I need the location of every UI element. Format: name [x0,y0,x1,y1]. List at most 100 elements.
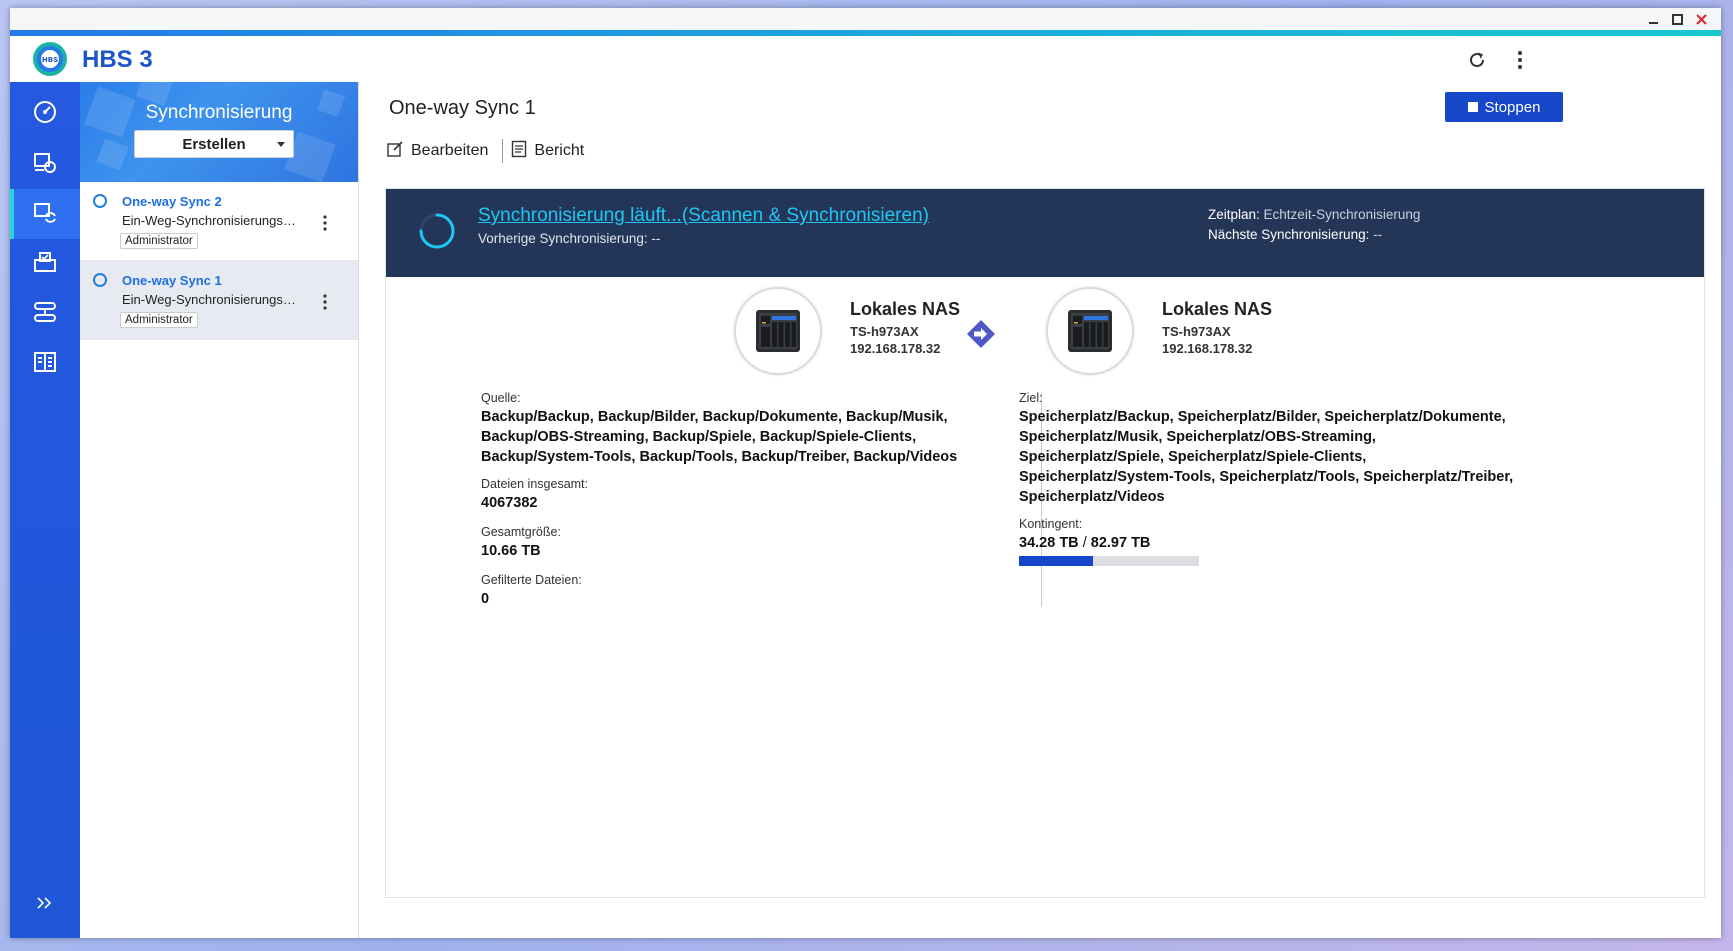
target-folder-line: Speicherplatz/Spiele, Speicherplatz/Spie… [1019,449,1367,465]
job-owner-badge: Administrator [120,312,198,328]
more-options-icon[interactable] [1506,46,1534,74]
logs-icon [32,349,58,380]
nav-dashboard[interactable] [10,89,80,139]
quota-separator: / [1082,535,1087,551]
source-folder-line: Backup/OBS-Streaming, Backup/Spiele, Bac… [481,429,917,445]
source-label: Quelle: [481,391,521,405]
job-detail: One-way Sync 1 Stoppen Bearbeiten Berich… [359,82,1721,938]
job-list-item[interactable]: One-way Sync 2 Ein-Weg-Synchronisierungs… [80,182,358,261]
app-title: HBS 3 [82,46,153,73]
window-titlebar [10,8,1721,30]
expand-nav-button[interactable] [10,890,80,920]
job-title: One-way Sync 1 [389,97,536,119]
total-size-value: 10.66 TB [481,543,541,559]
total-files-label: Dateien insgesamt: [481,477,589,491]
source-device: Lokales NAS TS-h973AX 192.168.178.32 [734,287,960,375]
stop-icon [1467,102,1478,112]
create-button[interactable]: Erstellen [134,130,294,158]
target-folder-line: Speicherplatz/Videos [1019,489,1165,505]
target-folder-line: Speicherplatz/Backup, Speicherplatz/Bild… [1019,409,1506,425]
schedule-value: Echtzeit-Synchronisierung [1263,207,1421,222]
create-button-label: Erstellen [182,135,246,153]
nas-device-icon [734,287,822,375]
main-nav [10,82,80,938]
report-icon [511,140,527,163]
panel-title: Synchronisierung [145,102,293,123]
job-list-icon [32,249,58,280]
double-chevron-right-icon [36,896,54,915]
nav-backup-restore[interactable] [10,139,80,189]
nav-sync[interactable] [10,189,80,239]
detail-body: Lokales NAS TS-h973AX 192.168.178.32 Lok… [386,277,1704,895]
job-owner-badge: Administrator [120,233,198,249]
total-size-label: Gesamtgröße: [481,525,561,539]
job-more-icon[interactable] [320,293,330,311]
status-bar: Synchronisierung läuft...(Scannen & Sync… [386,189,1704,277]
app-header: HBS HBS 3 [10,36,1721,82]
job-toolbar: Bearbeiten Bericht [386,138,584,164]
backup-restore-icon [32,149,58,180]
previous-sync-value: -- [651,231,661,246]
sync-icon [32,199,58,230]
job-list-item[interactable]: One-way Sync 1 Ein-Weg-Synchronisierungs… [80,261,358,340]
next-sync: Nächste Synchronisierung: -- [1208,227,1382,242]
quota-total: 82.97 TB [1090,535,1151,551]
target-device-ip: 192.168.178.32 [1162,340,1253,356]
report-button[interactable]: Bericht [511,140,584,163]
target-details: Ziel: Speicherplatz/Backup, Speicherplat… [1019,391,1579,566]
edit-button-label: Bearbeiten [411,142,489,159]
job-status-icon [93,273,107,287]
nas-device-icon [1046,287,1134,375]
svg-text:HBS: HBS [42,56,58,64]
nav-logs[interactable] [10,339,80,389]
job-name: One-way Sync 2 [122,194,222,209]
source-device-ip: 192.168.178.32 [850,340,941,356]
schedule-label: Zeitplan: [1208,207,1260,222]
minimize-icon[interactable] [1641,10,1665,28]
storage-space-icon [32,299,58,330]
filtered-files-value: 0 [481,591,490,607]
job-name: One-way Sync 1 [122,273,222,288]
sync-direction-arrow-icon [966,319,996,349]
job-status-icon [93,194,107,208]
quota-progress-fill [1019,556,1094,566]
quota-progress-bar [1019,556,1199,566]
panel-header: Synchronisierung Erstellen [80,82,358,182]
source-folders: Backup/Backup, Backup/Bilder, Backup/Dok… [481,407,1011,467]
close-icon[interactable] [1689,10,1713,28]
source-device-model: TS-h973AX [850,323,919,339]
next-sync-value: -- [1373,227,1383,242]
target-folder-line: Speicherplatz/System-Tools, Speicherplat… [1019,469,1514,485]
filtered-files-label: Gefilterte Dateien: [481,573,582,587]
quota-used: 34.28 TB [1019,535,1079,551]
schedule: Zeitplan: Echtzeit-Synchronisierung [1208,207,1420,222]
target-device: Lokales NAS TS-h973AX 192.168.178.32 [1046,287,1272,375]
quota-label: Kontingent: [1019,517,1083,531]
refresh-icon[interactable] [1463,46,1491,74]
source-folder-line: Backup/System-Tools, Backup/Tools, Backu… [481,449,958,465]
report-button-label: Bericht [534,142,585,159]
target-device-model: TS-h973AX [1162,323,1231,339]
job-more-icon[interactable] [320,214,330,232]
nav-storage-space[interactable] [10,289,80,339]
caret-down-icon [277,142,285,147]
source-details: Quelle: Backup/Backup, Backup/Bilder, Ba… [481,391,1011,609]
source-folder-line: Backup/Backup, Backup/Bilder, Backup/Dok… [481,409,948,425]
previous-sync-label: Vorherige Synchronisierung: [478,231,648,246]
stop-button[interactable]: Stoppen [1445,92,1563,122]
sync-status-link[interactable]: Synchronisierung läuft...(Scannen & Sync… [478,205,929,227]
target-device-name: Lokales NAS [1162,298,1273,319]
quota-value: 34.28 TB / 82.97 TB [1019,533,1579,553]
toolbar-divider [502,139,504,163]
app-window: HBS HBS 3 Synchronisierung Erstellen One… [10,8,1721,938]
hbs-logo-icon: HBS [32,41,68,77]
nav-job-list[interactable] [10,239,80,289]
job-list-panel: Synchronisierung Erstellen One-way Sync … [80,82,359,938]
maximize-icon[interactable] [1665,10,1689,28]
target-folders: Speicherplatz/Backup, Speicherplatz/Bild… [1019,407,1579,507]
total-files-value: 4067382 [481,495,538,511]
dashboard-icon [32,99,58,130]
edit-button[interactable]: Bearbeiten [386,140,488,163]
job-type: Ein-Weg-Synchronisierungsauftrag [122,292,297,307]
next-sync-label: Nächste Synchronisierung: [1208,227,1370,242]
